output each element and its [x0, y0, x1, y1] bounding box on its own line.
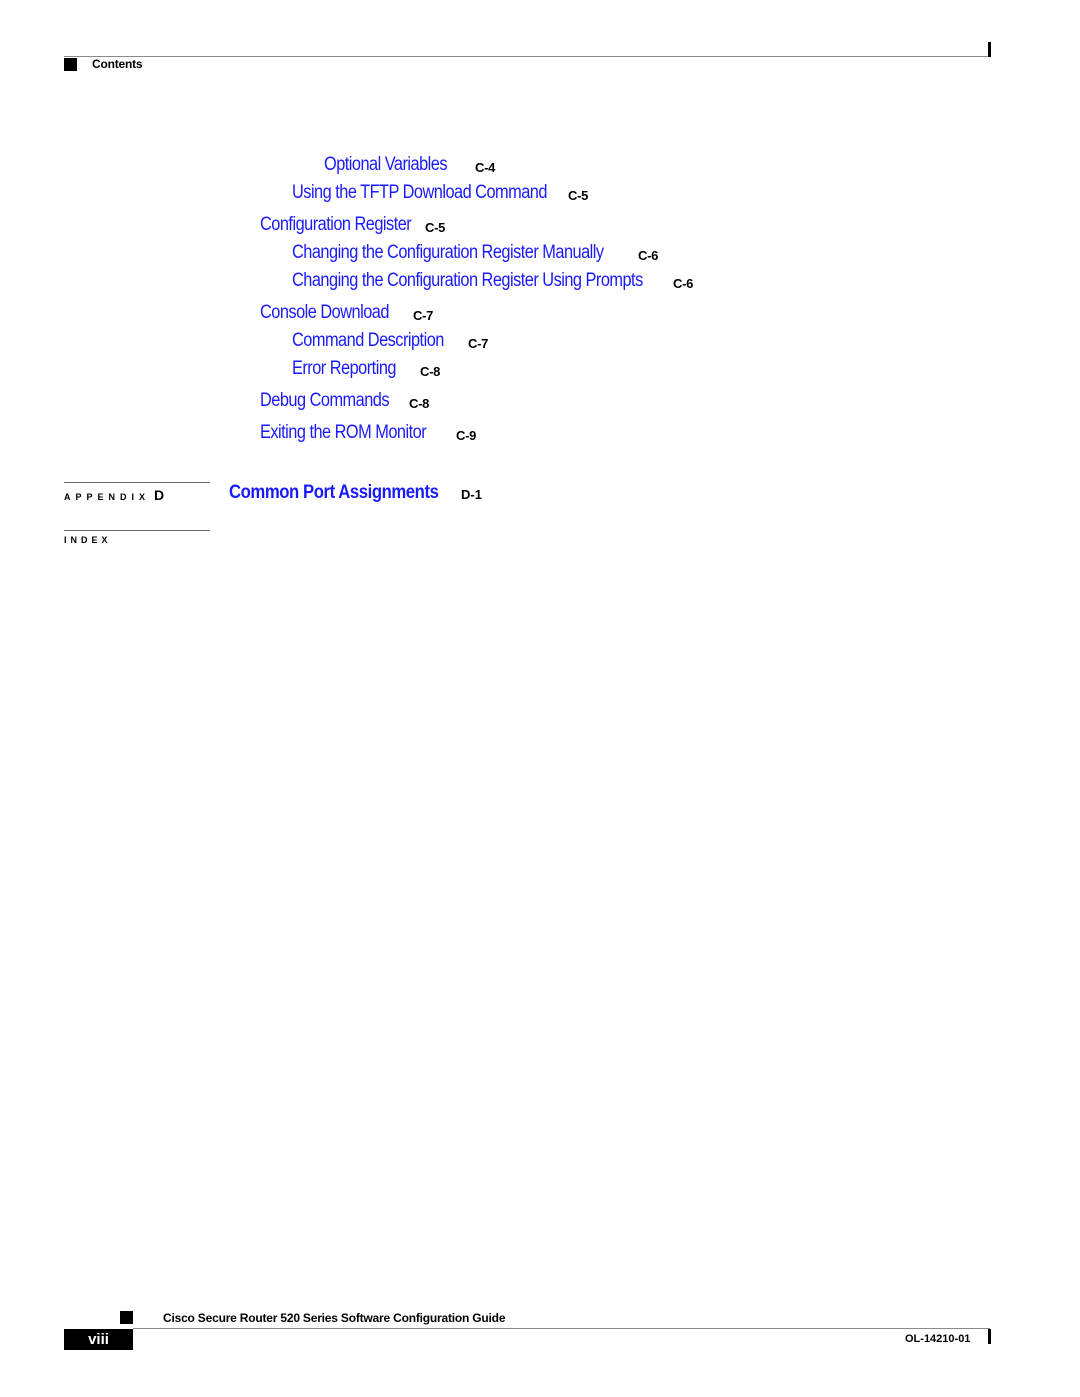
toc-entry-page: C-5 [568, 188, 589, 203]
toc-entry-page: C-7 [413, 308, 434, 323]
toc-entry[interactable]: Optional Variables C-4 [324, 154, 495, 176]
toc-entry-page: C-8 [420, 364, 441, 379]
toc-entry[interactable]: Configuration Register C-5 [260, 214, 445, 236]
toc-entry[interactable]: Error Reporting C-8 [292, 358, 440, 380]
appendix-letter: D [154, 487, 165, 503]
toc-entry[interactable]: Changing the Configuration Register Usin… [292, 270, 700, 292]
toc-entry[interactable]: Changing the Configuration Register Manu… [292, 242, 658, 264]
toc-entry[interactable]: Using the TFTP Download Command C-5 [292, 182, 588, 204]
toc-entry-title[interactable]: Exiting the ROM Monitor [260, 422, 427, 444]
toc-entry-title[interactable]: Using the TFTP Download Command [292, 182, 547, 204]
index-rule [64, 530, 210, 531]
header-marker [64, 58, 77, 71]
toc-entry-title[interactable]: Debug Commands [260, 390, 390, 412]
appendix-title-link[interactable]: Common Port Assignments [229, 482, 439, 504]
header-section-title: Contents [92, 57, 143, 71]
toc-entry-page: C-6 [673, 276, 694, 291]
toc-entry-page: C-6 [638, 248, 659, 263]
toc-entry-page: C-8 [409, 396, 430, 411]
toc-entry-title[interactable]: Command Description [292, 330, 444, 352]
footer-page-number: viii [64, 1329, 133, 1350]
footer-crop-mark [988, 1329, 991, 1344]
toc-entry[interactable]: Debug Commands C-8 [260, 390, 429, 412]
footer-guide-title: Cisco Secure Router 520 Series Software … [163, 1311, 506, 1325]
header-rule [64, 56, 990, 57]
toc-entry[interactable]: Exiting the ROM Monitor C-9 [260, 422, 476, 444]
index-label[interactable]: INDEX [64, 535, 112, 545]
appendix-rule [64, 482, 210, 483]
toc-entry-page: C-5 [425, 220, 446, 235]
toc-entry-page: C-4 [475, 160, 496, 175]
appendix-page: D-1 [461, 487, 482, 502]
toc-entry-page: C-9 [456, 428, 477, 443]
toc-entry-title[interactable]: Console Download [260, 302, 389, 324]
footer-marker [120, 1311, 133, 1324]
footer-rule [133, 1328, 990, 1329]
toc-entry-title[interactable]: Changing the Configuration Register Usin… [292, 270, 643, 292]
toc-entry-title[interactable]: Changing the Configuration Register Manu… [292, 242, 604, 264]
toc-entry-title[interactable]: Configuration Register [260, 214, 412, 236]
toc-entry-title[interactable]: Error Reporting [292, 358, 396, 380]
toc-entry[interactable]: Command Description C-7 [292, 330, 488, 352]
toc-entry[interactable]: Console Download C-7 [260, 302, 433, 324]
toc-entry-page: C-7 [468, 336, 489, 351]
toc-entry-title[interactable]: Optional Variables [324, 154, 448, 176]
appendix-label-text: APPENDIX [64, 492, 151, 502]
header-crop-mark [988, 42, 991, 57]
appendix-label: APPENDIX D [64, 487, 164, 503]
footer-doc-number: OL-14210-01 [905, 1333, 971, 1345]
